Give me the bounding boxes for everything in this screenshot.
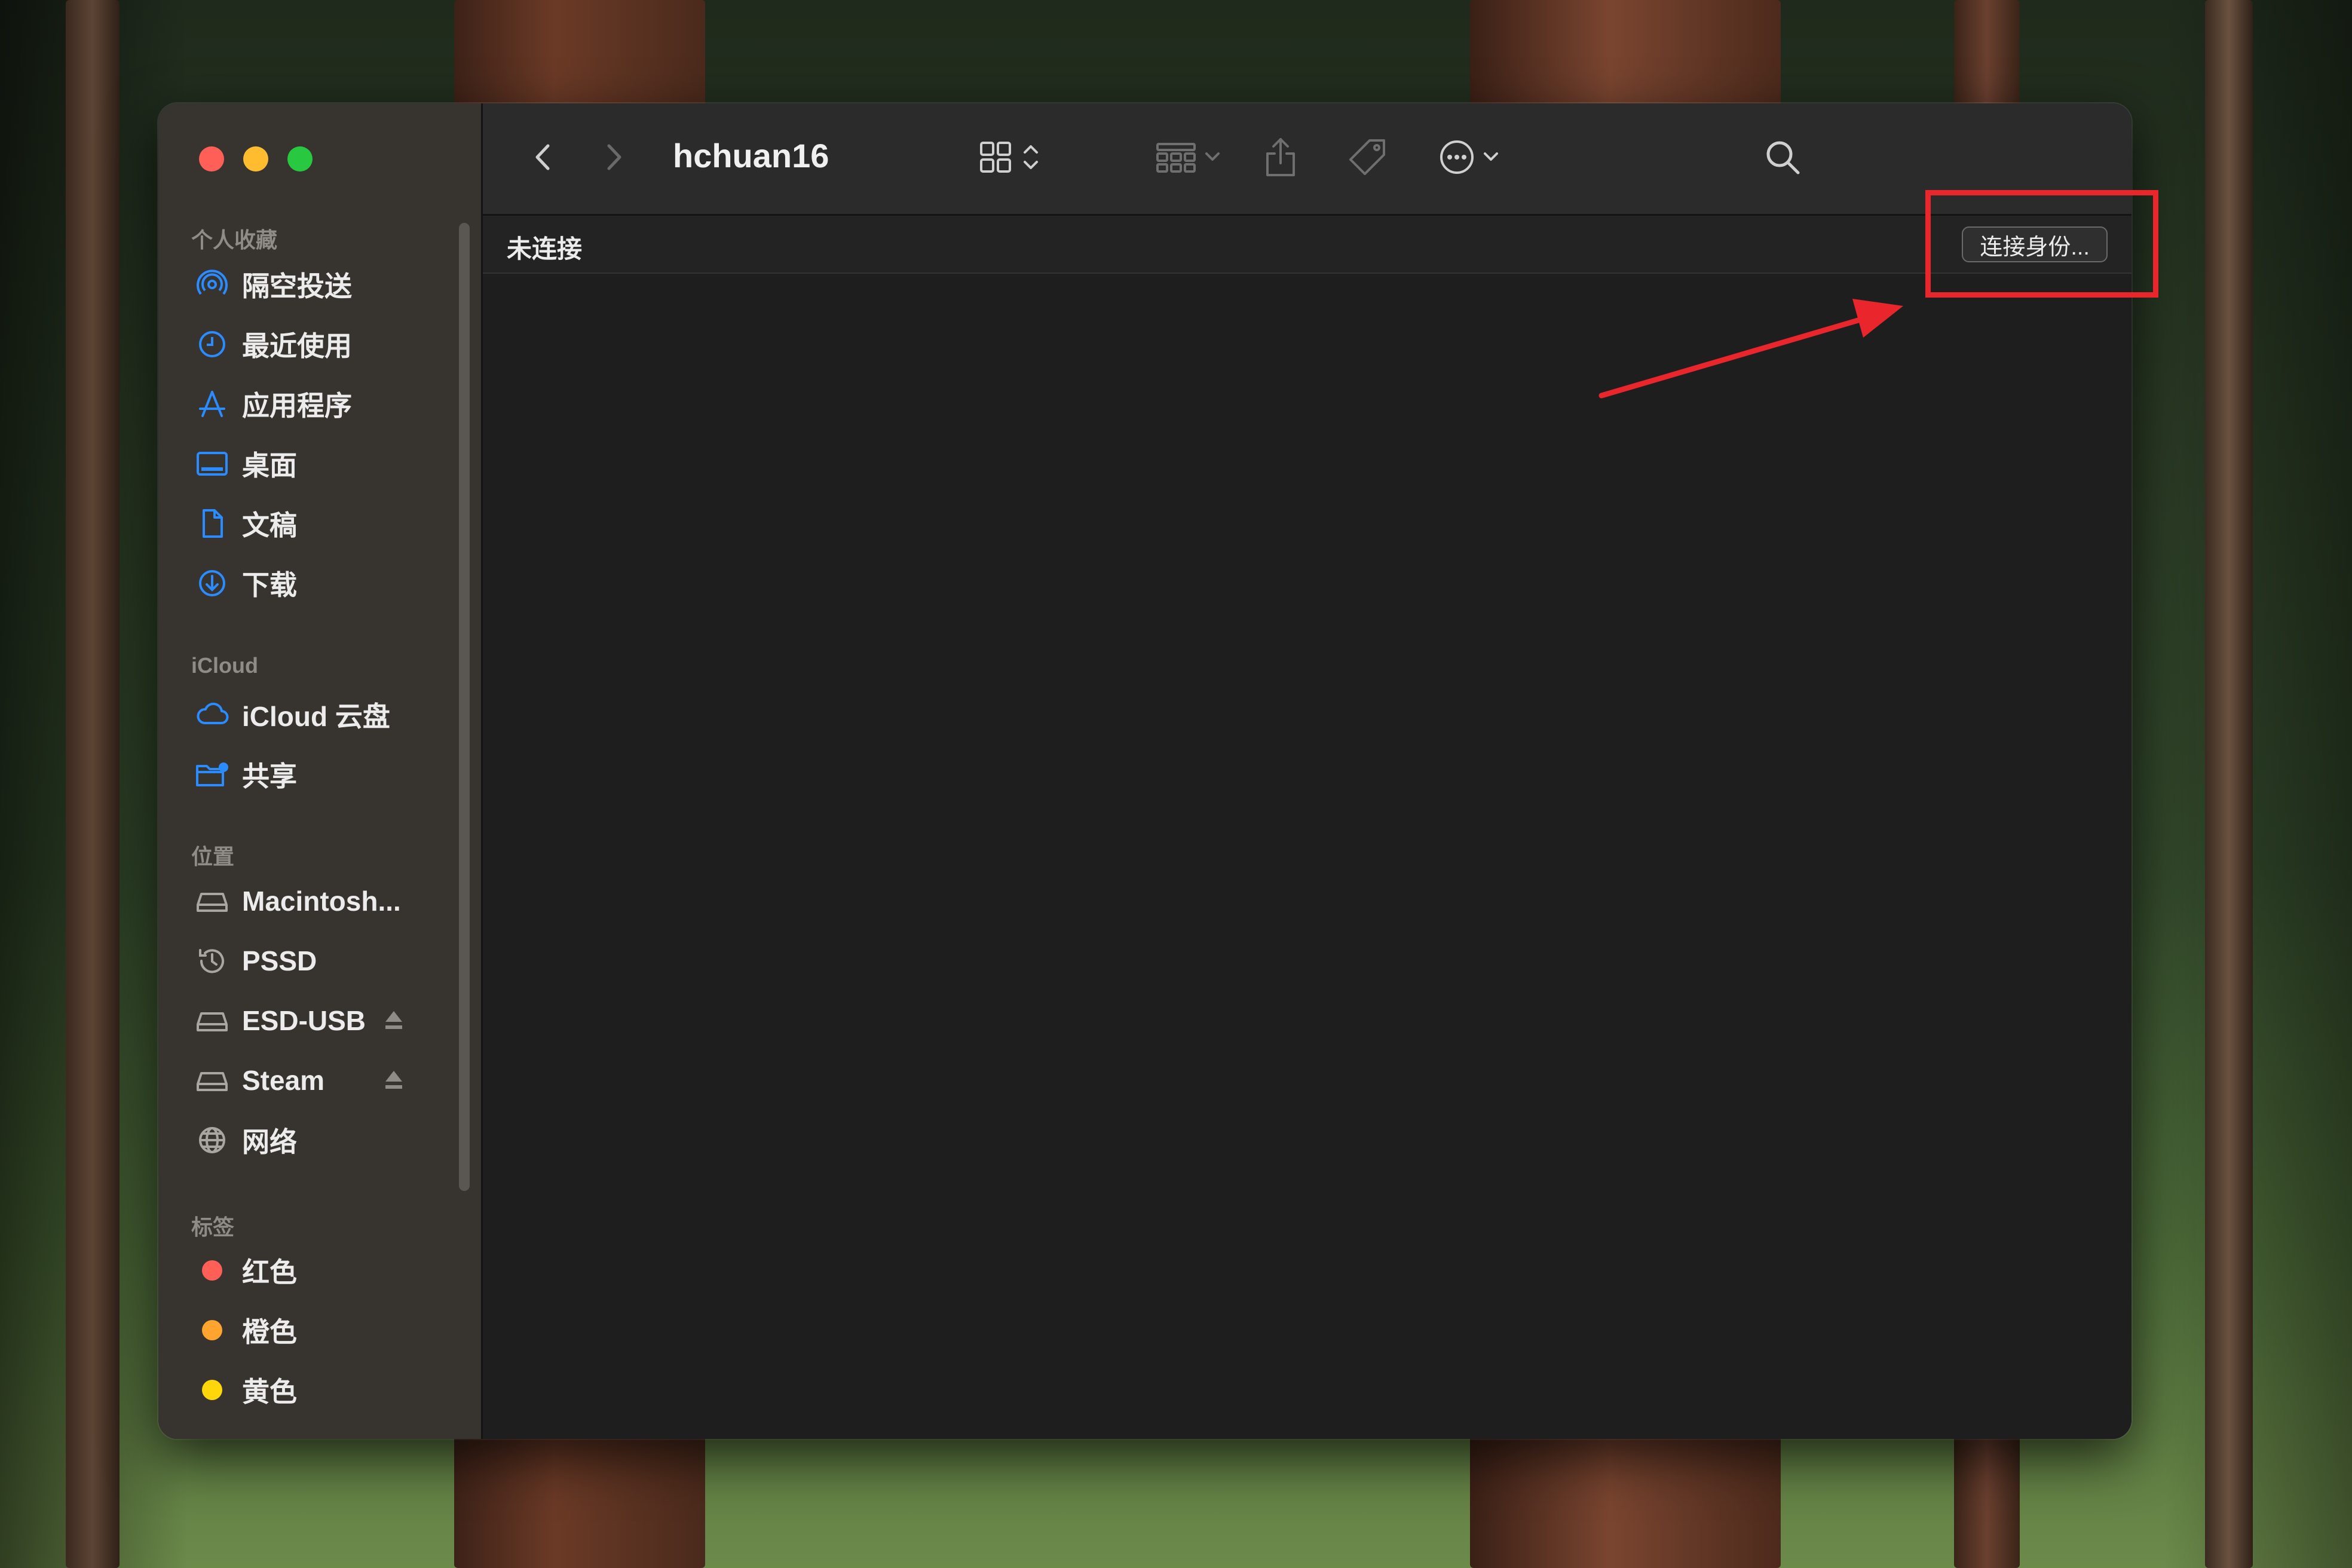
annotation-arrow-icon: [1598, 299, 1903, 399]
